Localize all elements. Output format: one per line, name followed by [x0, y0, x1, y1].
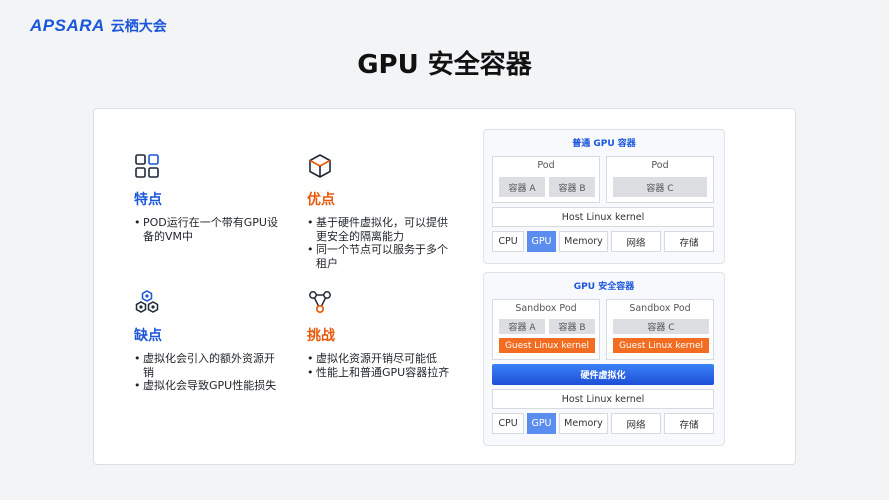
bullet: 同一个节点可以服务于多个租户	[307, 243, 457, 270]
sandbox-pod-box: Sandbox Pod 容器 C Guest Linux kernel	[606, 299, 714, 360]
container-chip: 容器 A	[499, 319, 545, 334]
quadrant-title: 特点	[134, 192, 162, 208]
pod-label: Pod	[537, 160, 555, 171]
hardware-virtualization-bar: 硬件虚拟化	[492, 364, 714, 385]
grid-icon	[135, 154, 159, 178]
quadrant-features: 特点 POD运行在一个带有GPU设备的VM中	[134, 153, 284, 243]
page-title: GPU 安全容器	[357, 50, 532, 80]
network-icon	[309, 291, 331, 314]
hw-cpu: CPU	[492, 413, 524, 434]
hw-network: 网络	[611, 231, 661, 252]
bullet: 虚拟化会引入的额外资源开销	[134, 352, 284, 379]
normal-gpu-container-diagram: 普通 GPU 容器 Pod 容器 A 容器 B Pod 容器 C Host Li…	[483, 129, 725, 264]
diagram-title: GPU 安全容器	[573, 282, 635, 292]
bullet: 基于硬件虚拟化，可以提供更安全的隔离能力	[307, 216, 457, 243]
hw-storage: 存储	[664, 231, 714, 252]
sandbox-pod-box: Sandbox Pod 容器 A 容器 B Guest Linux kernel	[492, 299, 600, 360]
quadrant-pros: 优点 基于硬件虚拟化，可以提供更安全的隔离能力 同一个节点可以服务于多个租户	[307, 153, 457, 270]
logo-mark: APSARA	[30, 16, 105, 35]
bullet: POD运行在一个带有GPU设备的VM中	[134, 216, 284, 243]
apsara-logo: APSARA 云栖大会	[30, 16, 167, 36]
container-chip: 容器 C	[613, 177, 707, 197]
quadrant-title: 挑战	[307, 328, 335, 344]
container-chip: 容器 A	[499, 177, 545, 197]
host-kernel-box: Host Linux kernel	[492, 207, 714, 227]
diagram-title: 普通 GPU 容器	[572, 139, 636, 149]
cube-icon	[309, 154, 331, 178]
guest-kernel-box: Guest Linux kernel	[499, 338, 595, 353]
quadrant-title: 缺点	[134, 328, 162, 344]
quadrant-cons: 缺点 虚拟化会引入的额外资源开销 虚拟化会导致GPU性能损失	[134, 289, 284, 393]
container-chip: 容器 C	[613, 319, 709, 334]
hw-memory: Memory	[559, 413, 608, 434]
pod-label: Pod	[651, 160, 669, 171]
pod-box: Pod 容器 C	[606, 156, 714, 203]
hexagon-cluster-icon	[135, 290, 159, 313]
quadrant-challenges: 挑战 虚拟化资源开销尽可能低 性能上和普通GPU容器拉齐	[307, 289, 457, 379]
hw-gpu: GPU	[527, 413, 556, 434]
bullet: 虚拟化资源开销尽可能低	[307, 352, 457, 366]
container-chip: 容器 B	[549, 177, 595, 197]
logo-subtitle: 云栖大会	[110, 19, 167, 35]
hw-storage: 存储	[664, 413, 714, 434]
hw-cpu: CPU	[492, 231, 524, 252]
hw-gpu: GPU	[527, 231, 556, 252]
pod-label: Sandbox Pod	[629, 303, 691, 314]
guest-kernel-box: Guest Linux kernel	[613, 338, 709, 353]
pod-box: Pod 容器 A 容器 B	[492, 156, 600, 203]
secure-gpu-container-diagram: GPU 安全容器 Sandbox Pod 容器 A 容器 B Guest Lin…	[483, 272, 725, 446]
bullet: 虚拟化会导致GPU性能损失	[134, 379, 284, 393]
hw-network: 网络	[611, 413, 661, 434]
pod-label: Sandbox Pod	[515, 303, 577, 314]
hw-memory: Memory	[559, 231, 608, 252]
container-chip: 容器 B	[549, 319, 595, 334]
host-kernel-box: Host Linux kernel	[492, 389, 714, 409]
quadrant-title: 优点	[307, 192, 335, 208]
bullet: 性能上和普通GPU容器拉齐	[307, 366, 457, 380]
content-card: 特点 POD运行在一个带有GPU设备的VM中 优点 基于硬件虚拟化，可以提供更安…	[93, 108, 796, 465]
